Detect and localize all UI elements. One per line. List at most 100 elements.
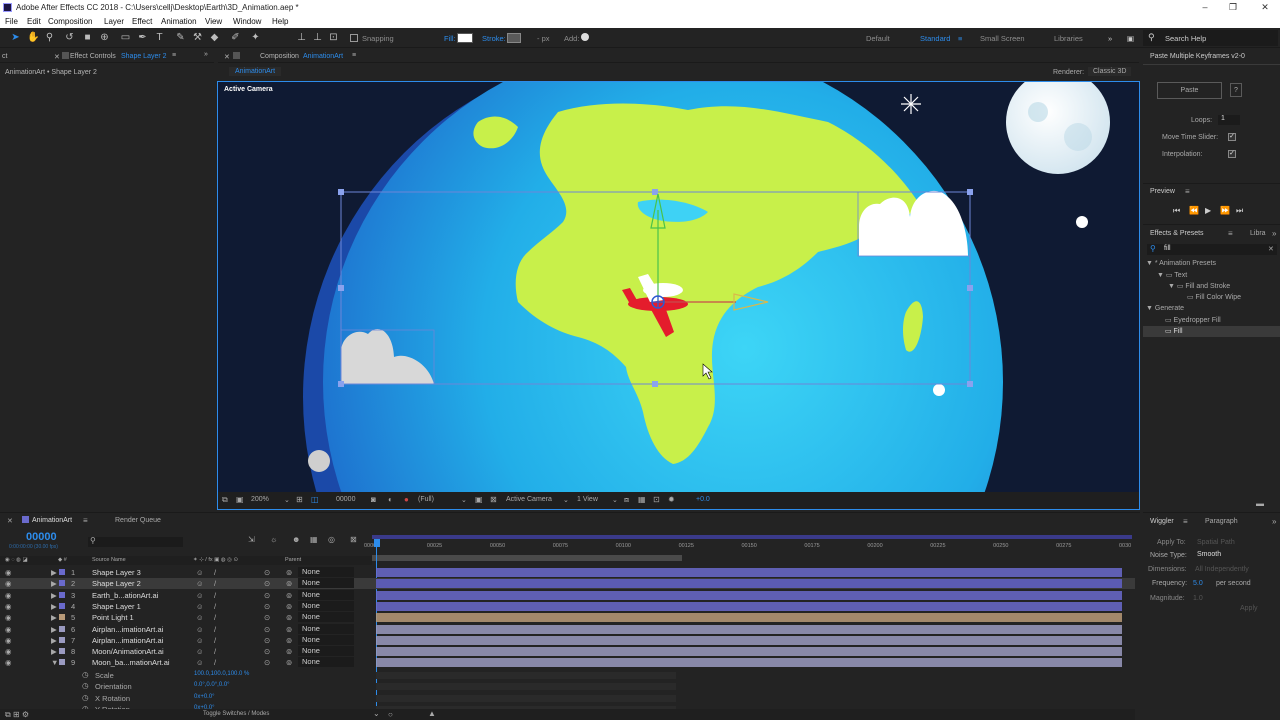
layer-name[interactable]: Point Light 1 bbox=[92, 613, 134, 622]
always-preview-icon[interactable]: ⧉ bbox=[222, 495, 228, 505]
menu-effect[interactable]: Effect bbox=[132, 17, 152, 26]
roto-brush-tool-icon[interactable]: ✐ bbox=[230, 32, 241, 43]
help-button[interactable]: ? bbox=[1230, 83, 1242, 97]
close-button[interactable]: ✕ bbox=[1250, 0, 1280, 15]
workspace-standard[interactable]: Standard bbox=[920, 34, 950, 43]
menu-view[interactable]: View bbox=[205, 17, 222, 26]
show-channel-icon[interactable]: ◐ bbox=[388, 495, 393, 504]
viewer-settings-icon[interactable]: ▣ bbox=[236, 495, 244, 504]
preview-menu-icon[interactable]: ≡ bbox=[1185, 187, 1190, 196]
menu-window[interactable]: Window bbox=[233, 17, 261, 26]
expand-arrow-icon[interactable]: ▶ bbox=[51, 591, 57, 600]
3d-layer-icon[interactable]: ⊙ bbox=[264, 636, 270, 645]
parent-select[interactable]: None bbox=[298, 578, 354, 589]
eye-icon[interactable]: ◉ bbox=[5, 613, 12, 622]
expand-arrow-icon[interactable]: ▼ bbox=[51, 658, 58, 667]
prev-frame-icon[interactable]: ⏪ bbox=[1189, 206, 1199, 215]
timeline-menu-icon[interactable]: ≡ bbox=[83, 516, 88, 525]
layer-name[interactable]: Shape Layer 1 bbox=[92, 602, 141, 611]
expand-arrow-icon[interactable]: ▶ bbox=[51, 568, 57, 577]
composition-tab-label[interactable]: Composition bbox=[260, 53, 299, 60]
layer-name[interactable]: Moon_ba...mationArt.ai bbox=[92, 658, 170, 667]
project-tab[interactable]: ct bbox=[2, 53, 7, 60]
eye-icon[interactable]: ◉ bbox=[5, 579, 12, 588]
paragraph-tab[interactable]: Paragraph bbox=[1205, 518, 1238, 525]
layer-row[interactable]: ◉ ▼ 9 Moon_ba...mationArt.ai ☺ / ⊙ ⊚ None bbox=[0, 657, 1135, 668]
source-name-column[interactable]: Source Name bbox=[92, 557, 126, 563]
exposure-reset-icon[interactable]: ✹ bbox=[668, 495, 675, 504]
property-value[interactable]: 0.0°,0.0°,0.0° bbox=[194, 682, 230, 688]
effect-controls-tab-label[interactable]: Effect Controls bbox=[70, 53, 116, 60]
property-row[interactable]: ◷ Orientation 0.0°,0.0°,0.0° bbox=[0, 681, 1135, 692]
noise-type-select[interactable]: Smooth bbox=[1195, 551, 1275, 561]
selection-tool-icon[interactable]: ➤ bbox=[10, 32, 21, 43]
shy-switch-icon[interactable]: ☺ bbox=[196, 658, 204, 667]
expand-arrow-icon[interactable]: ▶ bbox=[51, 579, 57, 588]
fast-previews-icon[interactable]: ▦ bbox=[638, 495, 646, 504]
workspace-libraries[interactable]: Libraries bbox=[1054, 34, 1083, 43]
zoom-in-icon[interactable]: ▲ bbox=[428, 709, 436, 718]
shy-switch-icon[interactable]: ☺ bbox=[196, 591, 204, 600]
quality-switch-icon[interactable]: / bbox=[214, 568, 216, 577]
apply-to-select[interactable]: Spatial Path bbox=[1197, 539, 1235, 546]
tree-fill-stroke-folder[interactable]: ▼ ▭ Fill and Stroke bbox=[1168, 282, 1230, 290]
toggle-pixel-aspect-icon[interactable]: ⧈ bbox=[624, 495, 629, 505]
camera-tool-icon[interactable]: ■ bbox=[82, 32, 93, 43]
timeline-link-icon[interactable]: ⊡ bbox=[653, 495, 660, 504]
menu-file[interactable]: File bbox=[5, 17, 18, 26]
last-frame-icon[interactable]: ⏭ bbox=[1236, 206, 1243, 216]
fill-label[interactable]: Fill: bbox=[444, 34, 456, 43]
3d-layer-icon[interactable]: ⊙ bbox=[264, 625, 270, 634]
snapping-checkbox[interactable] bbox=[350, 34, 358, 42]
comp-flowchart-icon[interactable]: ⇲ bbox=[248, 535, 255, 544]
shy-switch-icon[interactable]: ☺ bbox=[196, 579, 204, 588]
workspace-menu-icon[interactable]: ≡ bbox=[958, 34, 962, 43]
layer-row[interactable]: ◉ ▶ 2 Shape Layer 2 ☺ / ⊙ ⊚ None bbox=[0, 578, 1135, 590]
tree-fill-effect[interactable]: ▭ Fill bbox=[1165, 327, 1183, 335]
search-help-field[interactable]: ⚲ Search Help bbox=[1143, 30, 1278, 46]
pickwhip-icon[interactable]: ⊚ bbox=[286, 602, 292, 611]
parent-select[interactable]: None bbox=[298, 589, 354, 600]
apply-button[interactable]: Apply bbox=[1240, 605, 1258, 612]
work-area-bar[interactable] bbox=[372, 535, 1132, 539]
property-row[interactable]: ◷ X Rotation 0x+0.0° bbox=[0, 693, 1135, 704]
stopwatch-icon[interactable]: ◷ bbox=[82, 670, 89, 679]
quality-switch-icon[interactable]: / bbox=[214, 625, 216, 634]
workspace-small-screen[interactable]: Small Screen bbox=[980, 34, 1025, 43]
menu-animation[interactable]: Animation bbox=[161, 17, 197, 26]
transparency-grid-icon[interactable]: ⊠ bbox=[490, 495, 497, 504]
layer-name[interactable]: Shape Layer 2 bbox=[92, 579, 141, 588]
eye-icon[interactable]: ◉ bbox=[5, 636, 12, 645]
layer-row[interactable]: ◉ ▶ 4 Shape Layer 1 ☺ / ⊙ ⊚ None bbox=[0, 600, 1135, 612]
brush-tool-icon[interactable]: ✎ bbox=[175, 32, 186, 43]
tree-generate-category[interactable]: ▼ Generate bbox=[1146, 305, 1184, 312]
safe-margins-icon[interactable]: ⊞ bbox=[296, 495, 303, 504]
eye-icon[interactable]: ◉ bbox=[5, 625, 12, 634]
more-workspaces-icon[interactable]: » bbox=[1108, 34, 1112, 43]
quality-switch-icon[interactable]: / bbox=[214, 613, 216, 622]
menu-help[interactable]: Help bbox=[272, 17, 288, 26]
3d-layer-icon[interactable]: ⊙ bbox=[264, 613, 270, 622]
panel-overflow-icon[interactable]: » bbox=[1272, 229, 1276, 238]
3d-layer-icon[interactable]: ⊙ bbox=[264, 591, 270, 600]
tree-fill-color-wipe[interactable]: ▭ Fill Color Wipe bbox=[1187, 293, 1241, 301]
timeline-comp-tab[interactable]: AnimationArt bbox=[32, 517, 72, 524]
layer-duration-bar[interactable] bbox=[376, 601, 1122, 611]
layer-name[interactable]: Airplan...imationArt.ai bbox=[92, 636, 163, 645]
motion-blur-icon[interactable]: ◎ bbox=[328, 535, 335, 544]
layer-row[interactable]: ◉ ▶ 1 Shape Layer 3 ☺ / ⊙ ⊚ None bbox=[0, 567, 1135, 578]
3d-layer-icon[interactable]: ⊙ bbox=[264, 579, 270, 588]
stroke-swatch[interactable] bbox=[507, 33, 521, 43]
layer-name[interactable]: Earth_b...ationArt.ai bbox=[92, 591, 158, 600]
expand-arrow-icon[interactable]: ▶ bbox=[51, 613, 57, 622]
layer-duration-bar[interactable] bbox=[376, 658, 1122, 668]
next-frame-icon[interactable]: ⏩ bbox=[1220, 206, 1230, 215]
layer-row[interactable]: ◉ ▶ 7 Airplan...imationArt.ai ☺ / ⊙ ⊚ None bbox=[0, 634, 1135, 646]
clone-stamp-tool-icon[interactable]: ⚒ bbox=[192, 32, 203, 43]
minimize-button[interactable]: – bbox=[1190, 0, 1220, 15]
parent-column[interactable]: Parent bbox=[285, 557, 301, 563]
viewer-timecode[interactable]: 00000 bbox=[336, 496, 355, 503]
view-axis-icon[interactable]: ⊡ bbox=[328, 32, 339, 43]
layer-name[interactable]: Shape Layer 3 bbox=[92, 568, 141, 577]
panel-menu-icon[interactable]: ≡ bbox=[172, 52, 176, 59]
